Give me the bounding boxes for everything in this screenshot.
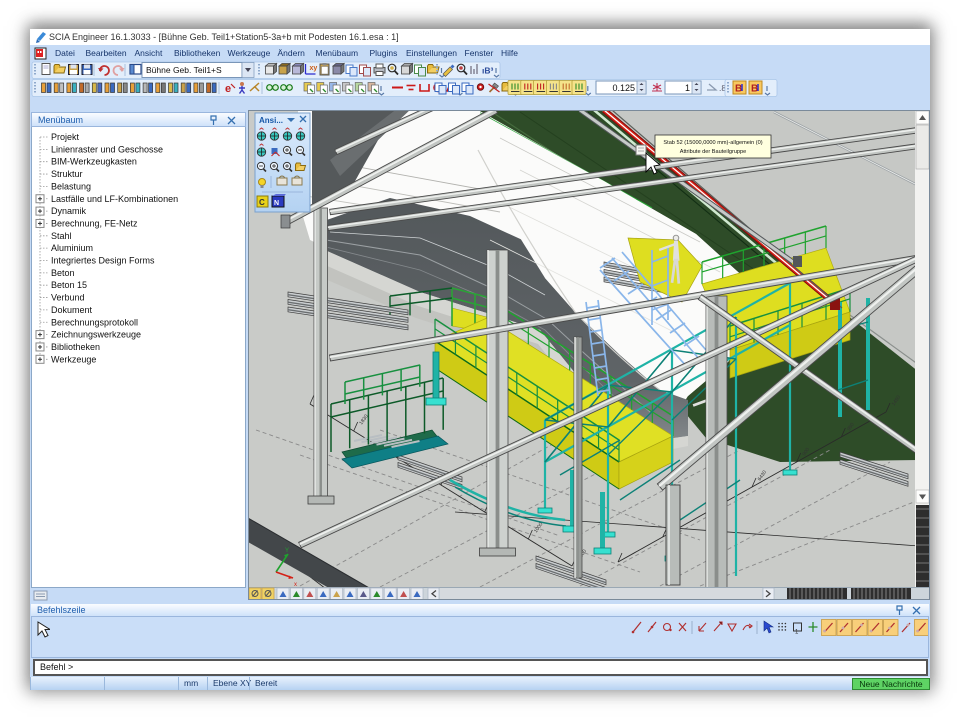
svg-text:Projekt: Projekt xyxy=(51,132,80,142)
svg-text:Stab 52 (15000,0000 mm)-allgem: Stab 52 (15000,0000 mm)-allgemein (0) xyxy=(663,140,762,146)
svg-text:Ansi...: Ansi... xyxy=(259,116,283,125)
svg-text:Belastung: Belastung xyxy=(51,181,91,191)
svg-text:Beton 15: Beton 15 xyxy=(51,280,87,290)
svg-text:Berechnungsprotokoll: Berechnungsprotokoll xyxy=(51,317,138,327)
svg-text:N: N xyxy=(274,200,279,207)
svg-text:Verbund: Verbund xyxy=(51,293,85,303)
svg-text:B: B xyxy=(735,84,742,95)
svg-text:1: 1 xyxy=(685,83,690,93)
svg-text:Attribute der Bauteilgruppe: Attribute der Bauteilgruppe xyxy=(680,149,747,155)
svg-text:Struktur: Struktur xyxy=(51,169,83,179)
svg-text:BIM-Werkzeugkasten: BIM-Werkzeugkasten xyxy=(51,157,137,167)
svg-text:Dokument: Dokument xyxy=(51,305,93,315)
svg-text:Stahl: Stahl xyxy=(51,231,72,241)
svg-text:Werkzeuge: Werkzeuge xyxy=(51,354,96,364)
svg-text:Aluminium: Aluminium xyxy=(51,243,93,253)
svg-text:Berechnung, FE-Netz: Berechnung, FE-Netz xyxy=(51,218,138,228)
svg-text:Y: Y xyxy=(285,548,289,554)
svg-text:B: B xyxy=(751,84,758,95)
svg-text:xy: xy xyxy=(310,65,318,72)
svg-text:ıB³: ıB³ xyxy=(482,66,494,76)
svg-text:C: C xyxy=(259,198,265,207)
svg-text:Integriertes Design Forms: Integriertes Design Forms xyxy=(51,256,155,266)
svg-text:Beton: Beton xyxy=(51,268,75,278)
svg-text:Zeichnungswerkzeuge: Zeichnungswerkzeuge xyxy=(51,330,141,340)
svg-text:Bibliotheken: Bibliotheken xyxy=(51,342,100,352)
svg-text:0.125: 0.125 xyxy=(612,83,635,93)
svg-text:Dynamik: Dynamik xyxy=(51,206,87,216)
svg-text:1: 1 xyxy=(795,630,799,636)
svg-text:e: e xyxy=(225,83,231,95)
svg-text:Bühne Geb. Teil1+S: Bühne Geb. Teil1+S xyxy=(146,65,222,75)
svg-text:Linienraster und Geschosse: Linienraster und Geschosse xyxy=(51,144,163,154)
svg-text:Lastfälle und LF-Kombinationen: Lastfälle und LF-Kombinationen xyxy=(51,194,178,204)
